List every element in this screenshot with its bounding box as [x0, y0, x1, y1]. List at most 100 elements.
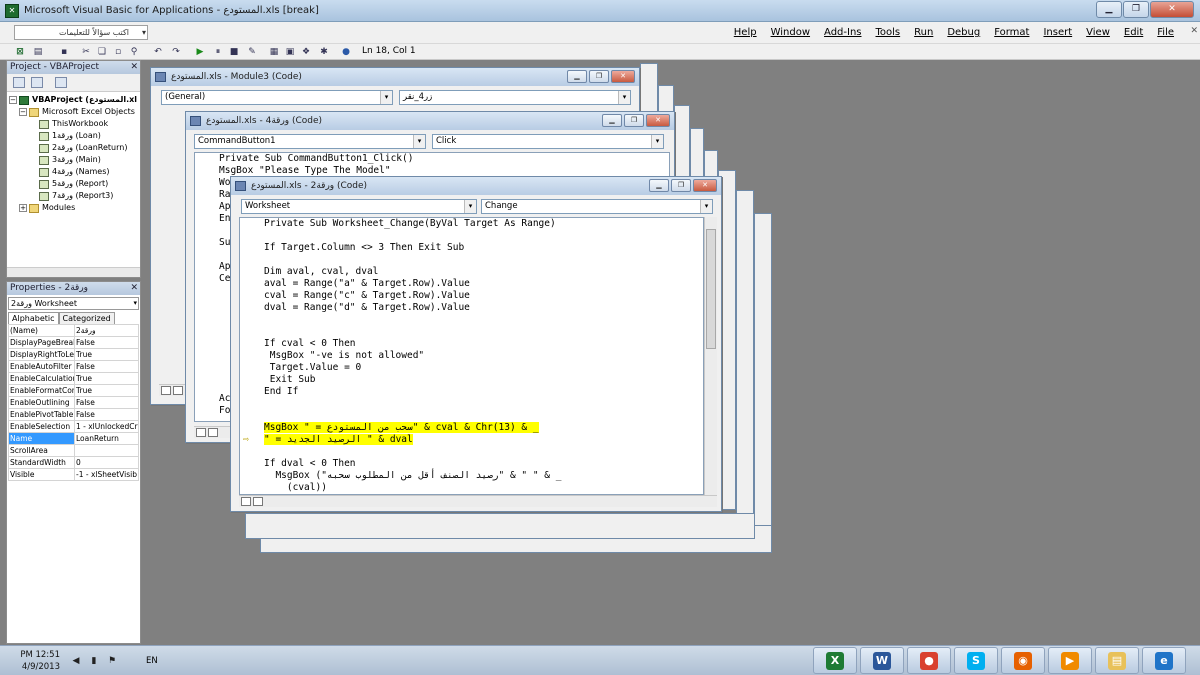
procedure-view-icon[interactable]	[196, 428, 206, 437]
property-value[interactable]: ورقة2	[74, 324, 139, 337]
property-row[interactable]: EnableFormatCon True	[8, 384, 139, 397]
procedure-combo[interactable]: Change ▾	[481, 199, 713, 214]
property-row[interactable]: Visible -1 - xlSheetVisib	[8, 468, 139, 481]
maximize-button[interactable]: ❐	[671, 179, 691, 192]
property-value[interactable]: False	[74, 396, 139, 409]
minimize-button[interactable]: ▁	[602, 114, 622, 127]
taskbar-button-ie[interactable]: e	[1142, 647, 1186, 674]
menu-debug[interactable]: Debug	[947, 27, 980, 38]
scrollbar-thumb[interactable]	[706, 229, 716, 349]
full-module-view-icon[interactable]	[173, 386, 183, 395]
copy-icon[interactable]: ❏	[96, 46, 108, 58]
horizontal-scrollbar[interactable]	[7, 267, 140, 277]
minimize-button[interactable]: ▁	[649, 179, 669, 192]
menu-format[interactable]: Format	[994, 27, 1029, 38]
taskbar-button-excel[interactable]: X	[813, 647, 857, 674]
close-button[interactable]: ✕	[1150, 1, 1194, 18]
tree-node-thisworkbook[interactable]: ThisWorkbook	[9, 118, 138, 130]
toolbox-icon[interactable]: ✱	[318, 46, 330, 58]
property-row[interactable]: EnablePivotTable False	[8, 408, 139, 421]
menu-file[interactable]: File	[1157, 27, 1174, 38]
taskbar-button-firefox[interactable]: ◉	[1001, 647, 1045, 674]
procedure-combo[interactable]: Click ▾	[432, 134, 664, 149]
chevron-down-icon[interactable]: ▾	[464, 200, 476, 213]
property-row[interactable]: EnableSelection 1 - xlUnlockedCr	[8, 420, 139, 433]
property-value[interactable]: 0	[74, 456, 139, 469]
find-icon[interactable]: ⚲	[128, 46, 140, 58]
vertical-scrollbar[interactable]	[704, 217, 717, 495]
object-combo[interactable]: Worksheet ▾	[241, 199, 477, 214]
mdi-controls[interactable]: ✕	[1190, 26, 1198, 36]
tree-node-modules[interactable]: + Modules	[9, 202, 138, 214]
maximize-button[interactable]: ❐	[1123, 1, 1149, 18]
property-row[interactable]: EnableOutlining False	[8, 396, 139, 409]
object-combo[interactable]: (General) ▾	[161, 90, 393, 105]
chevron-down-icon[interactable]: ▾	[413, 135, 425, 148]
property-row[interactable]: EnableAutoFilter False	[8, 360, 139, 373]
property-value[interactable]: False	[74, 336, 139, 349]
object-dropdown[interactable]: ورقة2 Worksheet ▾	[8, 297, 139, 310]
taskbar-button-word[interactable]: W	[860, 647, 904, 674]
run-icon[interactable]: ▶	[194, 46, 206, 58]
tree-node-sheet1[interactable]: ورقة1 (Loan)	[9, 130, 138, 142]
maximize-button[interactable]: ❐	[624, 114, 644, 127]
close-icon[interactable]: ✕	[130, 61, 138, 74]
property-value[interactable]: True	[74, 384, 139, 397]
speaker-icon[interactable]: ◀	[70, 655, 82, 667]
tree-node-sheet7[interactable]: ورقة7 (Report3)	[9, 190, 138, 202]
minimize-button[interactable]: ▁	[1096, 1, 1122, 18]
property-row[interactable]: EnableCalculation True	[8, 372, 139, 385]
chevron-down-icon[interactable]: ▾	[133, 298, 137, 309]
menu-tools[interactable]: Tools	[876, 27, 901, 38]
property-row[interactable]: DisplayPageBreak False	[8, 336, 139, 349]
procedure-view-icon[interactable]	[161, 386, 171, 395]
full-module-view-icon[interactable]	[208, 428, 218, 437]
vba-icon[interactable]: ✕	[5, 4, 19, 18]
view-code-icon[interactable]	[13, 77, 25, 88]
chevron-down-icon[interactable]: ▾	[380, 91, 392, 104]
object-browser-icon[interactable]: ❖	[300, 46, 312, 58]
sheet2-code-editor[interactable]: Private Sub Worksheet_Change(ByVal Targe…	[239, 217, 704, 495]
property-row[interactable]: DisplayRightToLef True	[8, 348, 139, 361]
tree-node-sheet5[interactable]: ورقة5 (Report)	[9, 178, 138, 190]
flag-icon[interactable]: ⚑	[106, 655, 118, 667]
property-value[interactable]: False	[74, 360, 139, 373]
taskbar-button-skype[interactable]: S	[954, 647, 998, 674]
toggle-folders-icon[interactable]	[55, 77, 67, 88]
menu-help[interactable]: Help	[734, 27, 757, 38]
reset-icon[interactable]: ■	[228, 46, 240, 58]
tree-node-sheet3[interactable]: ورقة3 (Main)	[9, 154, 138, 166]
property-value[interactable]	[74, 444, 139, 457]
taskbar-button-explorer[interactable]: ▤	[1095, 647, 1139, 674]
property-value[interactable]: False	[74, 408, 139, 421]
properties-window-icon[interactable]: ▣	[284, 46, 296, 58]
network-icon[interactable]: ▮	[88, 655, 100, 667]
procedure-combo[interactable]: زر4_نقر ▾	[399, 90, 631, 105]
save-icon[interactable]: ▪	[58, 46, 70, 58]
chevron-down-icon[interactable]: ▾	[142, 26, 146, 39]
clock[interactable]: PM 12:51 4/9/2013	[18, 649, 60, 673]
property-row[interactable]: ScrollArea	[8, 444, 139, 457]
tree-node-vbaproject[interactable]: − VBAProject (المستودع.xl	[9, 94, 138, 106]
taskbar-button-chrome[interactable]: ●	[907, 647, 951, 674]
menu-edit[interactable]: Edit	[1124, 27, 1143, 38]
menu-window[interactable]: Window	[771, 27, 810, 38]
property-value[interactable]: LoanReturn	[74, 432, 139, 445]
design-mode-icon[interactable]: ✎	[246, 46, 258, 58]
chevron-down-icon[interactable]: ▾	[700, 200, 712, 213]
close-button[interactable]: ✕	[693, 179, 717, 192]
close-button[interactable]: ✕	[611, 70, 635, 83]
minimize-button[interactable]: ▁	[567, 70, 587, 83]
insert-module-icon[interactable]: ▤	[32, 46, 44, 58]
property-row[interactable]: Name LoanReturn	[8, 432, 139, 445]
cut-icon[interactable]: ✂	[80, 46, 92, 58]
property-value[interactable]: -1 - xlSheetVisib	[74, 468, 139, 481]
full-module-view-icon[interactable]	[253, 497, 263, 506]
help-icon[interactable]: ●	[340, 46, 352, 58]
collapse-icon[interactable]: −	[9, 96, 17, 104]
break-icon[interactable]: ⏸	[212, 46, 224, 58]
close-button[interactable]: ✕	[646, 114, 670, 127]
taskbar-button-media[interactable]: ▶	[1048, 647, 1092, 674]
view-object-icon[interactable]	[31, 77, 43, 88]
chevron-down-icon[interactable]: ▾	[618, 91, 630, 104]
